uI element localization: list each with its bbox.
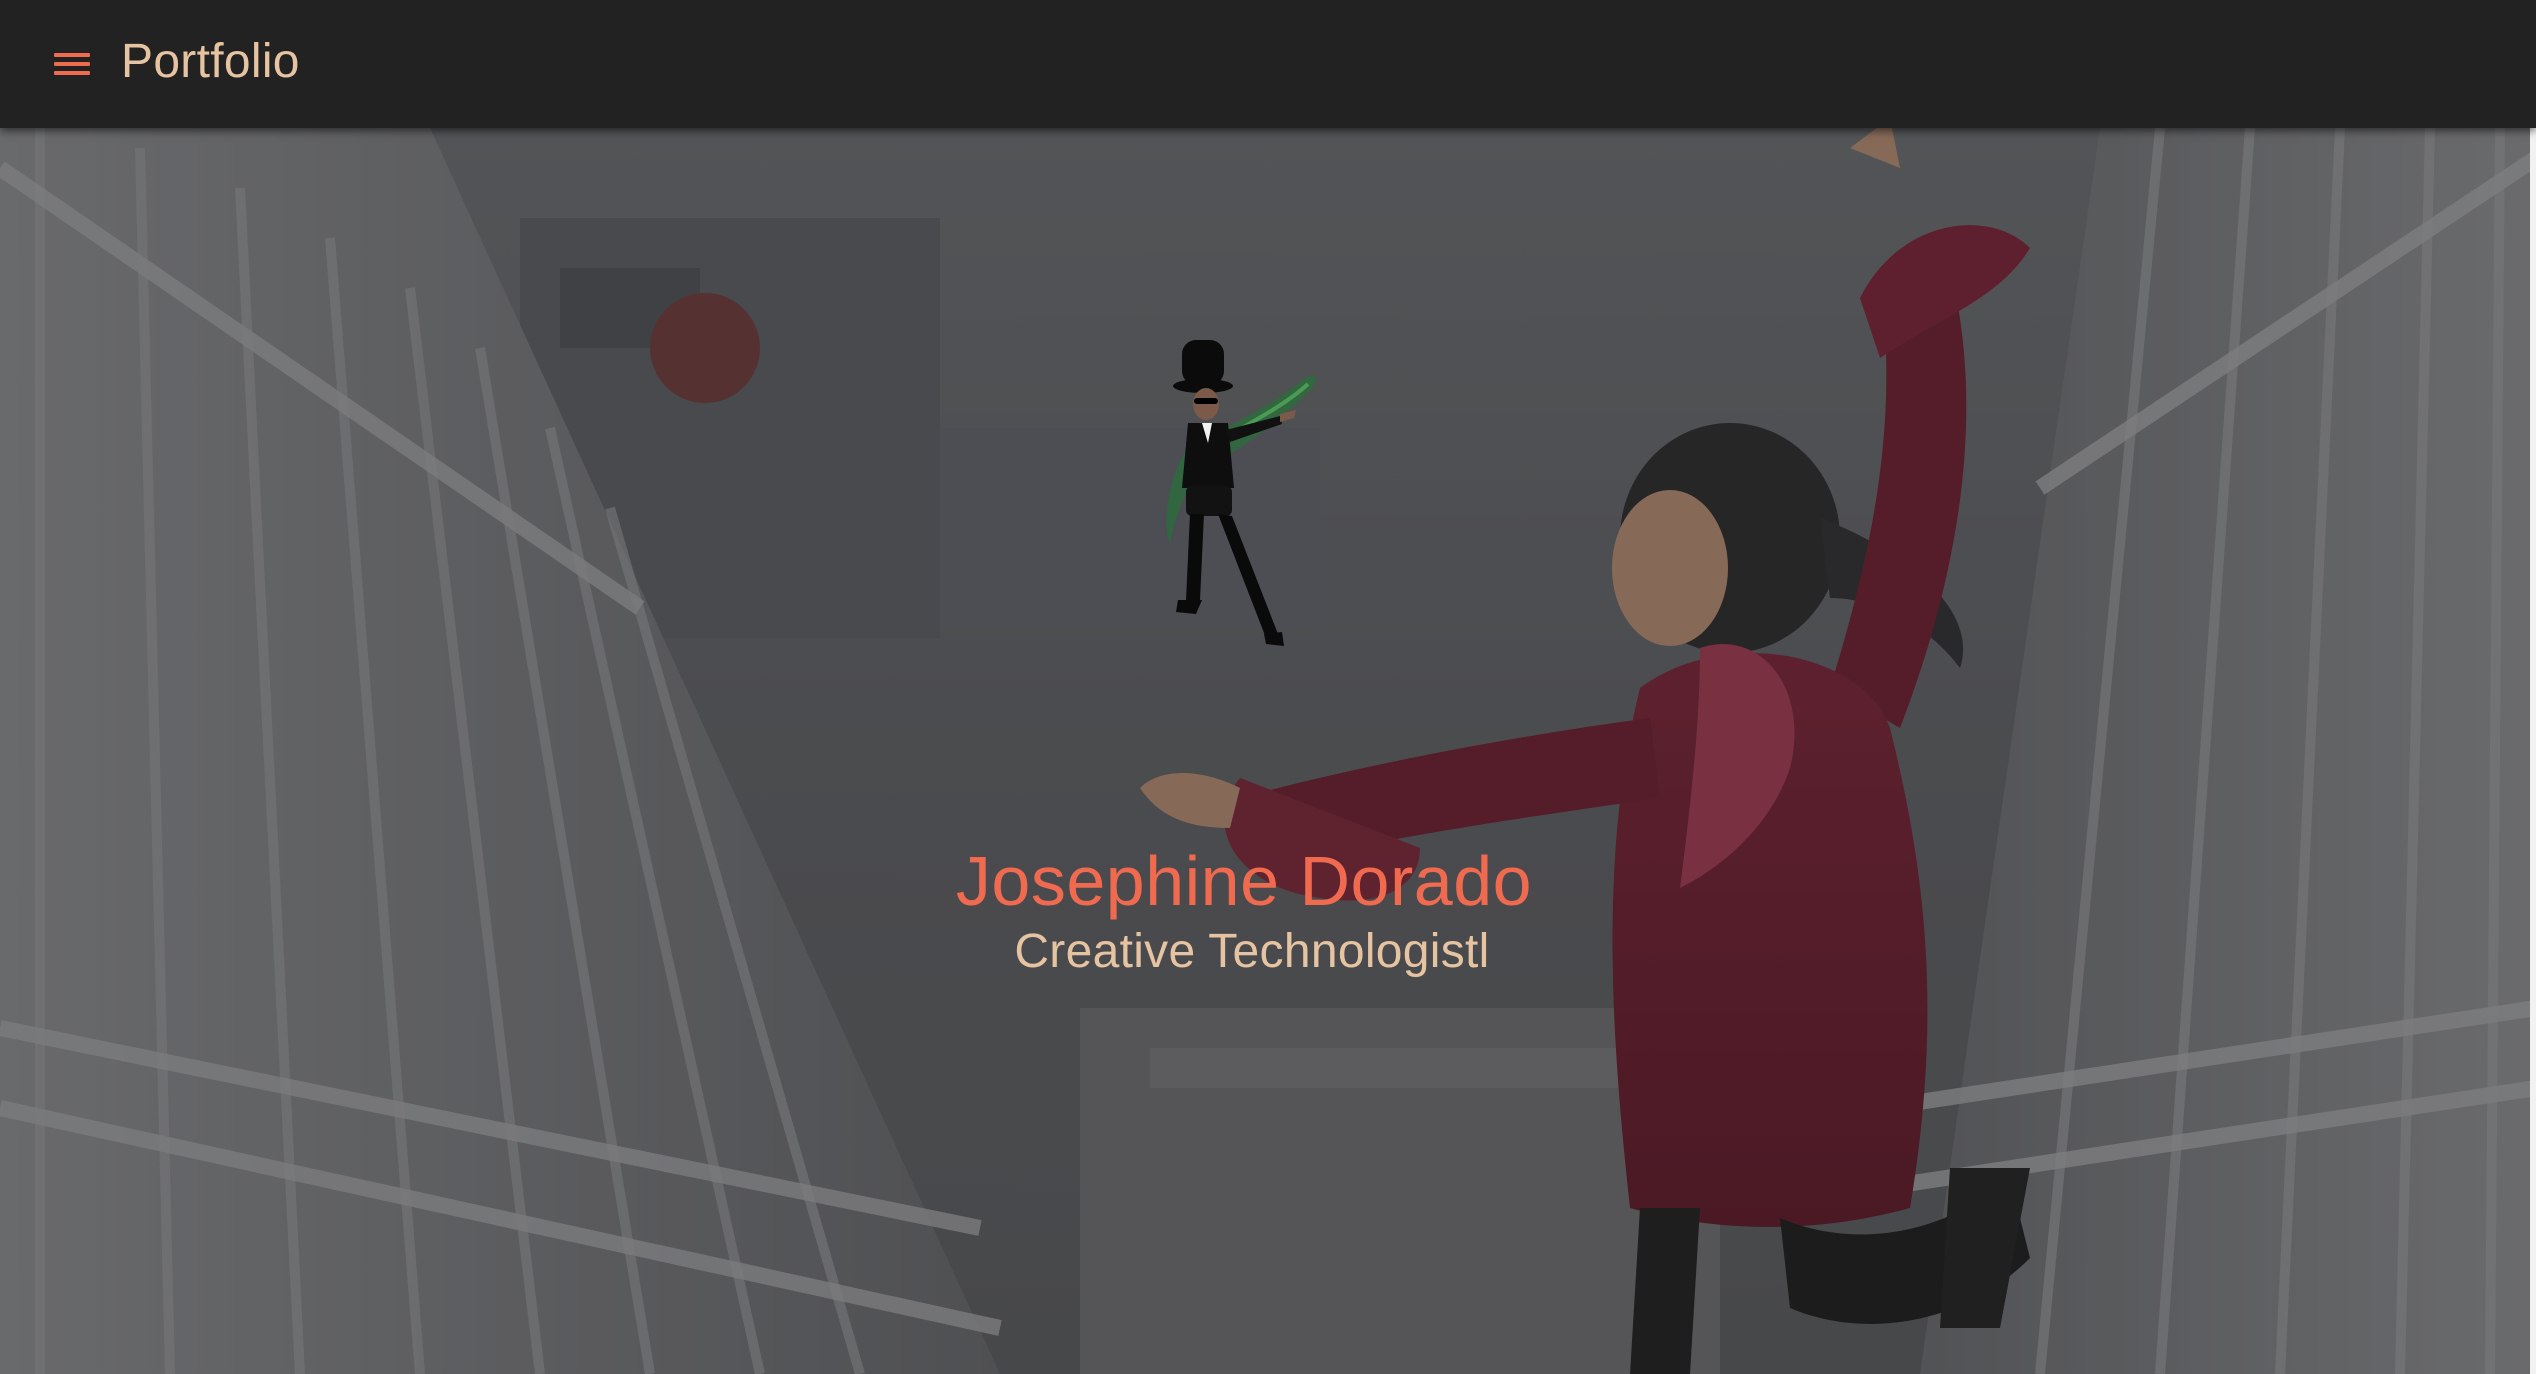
scrollbar-track[interactable]	[2530, 128, 2536, 1374]
hero-section: Josephine Dorado Creative Technologistl	[0, 128, 2536, 1374]
app-bar: Portfolio	[0, 0, 2536, 128]
hero-name-heading: Josephine Dorado	[955, 842, 1533, 920]
avatar-figure-image	[1166, 340, 1316, 646]
hero-role-subtitle: Creative Technologistl	[1014, 925, 1490, 978]
hero-dim-overlay	[0, 128, 2536, 1374]
hamburger-menu-icon[interactable]	[54, 49, 90, 79]
app-title: Portfolio	[121, 35, 300, 88]
